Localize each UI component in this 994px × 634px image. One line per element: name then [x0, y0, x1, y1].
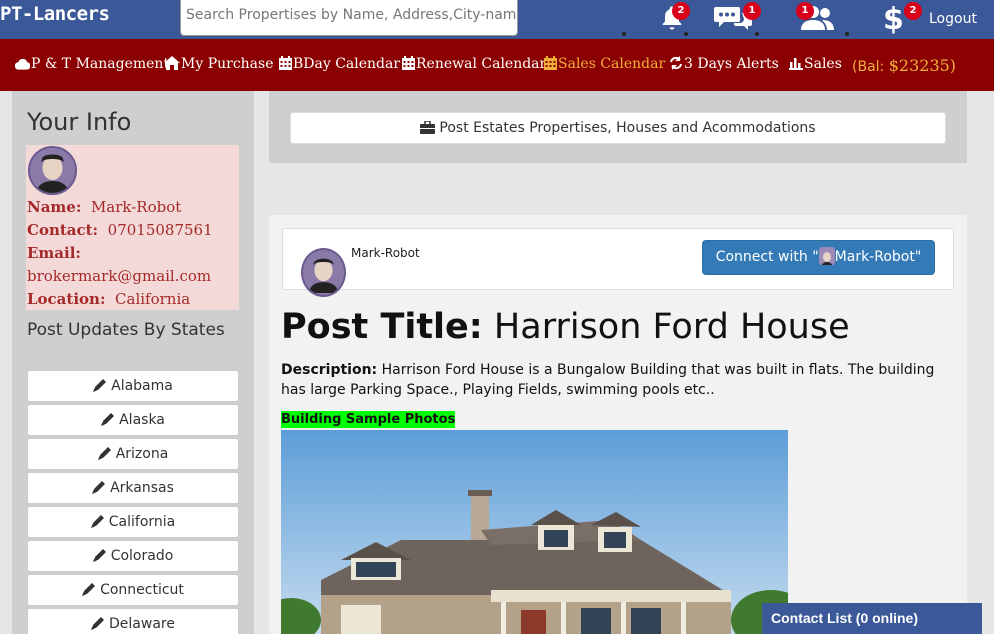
calendar-icon [544, 56, 557, 70]
connect-button[interactable]: Connect with " Mark-Robot" [702, 240, 935, 275]
state-button-delaware[interactable]: Delaware [27, 608, 239, 634]
dollar-icon[interactable]: $ [882, 0, 906, 38]
description-value: Harrison Ford House is a Bungalow Buildi… [281, 362, 935, 398]
author-avatar[interactable] [301, 248, 346, 297]
state-label: Alabama [111, 378, 173, 394]
separator-dot [622, 32, 626, 36]
refresh-icon [670, 56, 682, 70]
info-location: Location: California [27, 290, 190, 308]
state-label: Colorado [110, 548, 174, 564]
building-photo[interactable] [281, 430, 788, 634]
post-properties-button[interactable]: Post Estates Propertises, Houses and Aco… [290, 112, 946, 144]
post-title-value: Harrison Ford House [493, 307, 850, 347]
balance-value: $23235) [888, 56, 957, 75]
cloud-icon [14, 58, 31, 70]
info-name: Name: Mark-Robot [27, 198, 181, 216]
author-name[interactable]: Mark-Robot [351, 246, 420, 260]
avatar[interactable] [28, 146, 77, 195]
nav-item-sales-calendar[interactable]: Sales Calendar [544, 56, 665, 72]
state-button-connecticut[interactable]: Connecticut [27, 574, 239, 606]
post-title-key: Post Title: [281, 307, 483, 347]
calendar-icon [402, 56, 415, 70]
pencil-icon [97, 447, 111, 460]
info-contact-key: Contact: [27, 221, 99, 239]
friend-requests-badge: 1 [796, 2, 814, 20]
state-label: Alaska [119, 412, 165, 428]
info-location-key: Location: [27, 290, 106, 308]
pencil-icon [101, 413, 115, 426]
balance-badge: 2 [904, 2, 922, 20]
info-name-value: Mark-Robot [90, 198, 182, 216]
nav-label: My Purchase [181, 56, 274, 72]
info-contact: Contact: 07015087561 [27, 221, 213, 239]
post-description: Description: Harrison Ford House is a Bu… [281, 360, 951, 400]
search-input[interactable]: Search Propertises by Name, Address,City… [180, 0, 518, 36]
nav-label: 3 Days Alerts [684, 56, 779, 72]
post-updates-title: Post Updates By States [27, 320, 225, 340]
your-info-title: Your Info [27, 108, 132, 136]
nav-item-3-days-alerts[interactable]: 3 Days Alerts [669, 56, 779, 72]
nav-item-my-purchase[interactable]: My Purchase [164, 56, 274, 72]
state-button-california[interactable]: California [27, 506, 239, 538]
home-icon [164, 56, 180, 70]
separator-dot [684, 32, 688, 36]
pencil-icon [91, 617, 105, 630]
mini-avatar [818, 247, 835, 265]
nav-label: P & T Management [31, 56, 170, 72]
balance-label: (Bal: [852, 59, 885, 75]
pencil-icon [92, 549, 106, 562]
nav-label: Sales [804, 56, 842, 72]
nav-item-management[interactable]: P & T Management [14, 56, 170, 72]
bar-chart-icon [789, 58, 803, 70]
balance-display: (Bal: $23235) [852, 56, 956, 75]
nav-label: Renewal Calendar [416, 56, 547, 72]
nav-item-renewal-calendar[interactable]: Renewal Calendar [402, 56, 546, 72]
state-label: Delaware [109, 616, 175, 632]
post-title: Post Title: Harrison Ford House [281, 307, 850, 347]
sample-photos-label: Building Sample Photos [281, 411, 456, 428]
messages-badge: 1 [743, 2, 761, 20]
info-email-value: brokermark@gmail.com [27, 267, 212, 285]
contact-list-bar[interactable]: Contact List (0 online) [762, 603, 982, 634]
info-email-key: Email: [27, 244, 81, 262]
info-email-key-line: Email: [27, 244, 81, 262]
pencil-icon [82, 583, 96, 596]
connect-name: Mark-Robot" [834, 249, 922, 265]
nav-item-bday-calendar[interactable]: BDay Calendar [279, 56, 400, 72]
separator-dot [755, 32, 759, 36]
briefcase-icon [420, 120, 436, 134]
state-label: Arkansas [110, 480, 174, 496]
top-bar: PT-Lancers Search Propertises by Name, A… [0, 0, 994, 39]
state-button-colorado[interactable]: Colorado [27, 540, 239, 572]
connect-prefix: Connect with " [715, 249, 819, 265]
info-location-value: California [115, 290, 191, 308]
nav-label: BDay Calendar [293, 56, 401, 72]
state-button-alaska[interactable]: Alaska [27, 404, 239, 436]
notifications-badge: 2 [672, 2, 690, 20]
info-contact-value: 07015087561 [107, 221, 213, 239]
nav-label: Sales Calendar [558, 56, 666, 72]
brand-logo[interactable]: PT-Lancers [0, 3, 110, 25]
separator-dot [845, 32, 849, 36]
state-button-alabama[interactable]: Alabama [27, 370, 239, 402]
state-label: California [108, 514, 176, 530]
info-name-key: Name: [27, 198, 82, 216]
state-label: Arizona [115, 446, 169, 462]
post-properties-label: Post Estates Propertises, Houses and Aco… [439, 120, 816, 136]
description-key: Description: [281, 362, 378, 378]
state-label: Connecticut [100, 582, 184, 598]
main-nav: P & T Management My Purchase BDay Calend… [0, 39, 994, 91]
pencil-icon [93, 379, 107, 392]
svg-text:$: $ [883, 2, 904, 34]
logout-link[interactable]: Logout [929, 11, 977, 27]
state-button-arkansas[interactable]: Arkansas [27, 472, 239, 504]
nav-item-sales[interactable]: Sales [789, 56, 842, 72]
state-button-arizona[interactable]: Arizona [27, 438, 239, 470]
pencil-icon [90, 515, 104, 528]
pencil-icon [92, 481, 106, 494]
calendar-icon [279, 56, 292, 70]
